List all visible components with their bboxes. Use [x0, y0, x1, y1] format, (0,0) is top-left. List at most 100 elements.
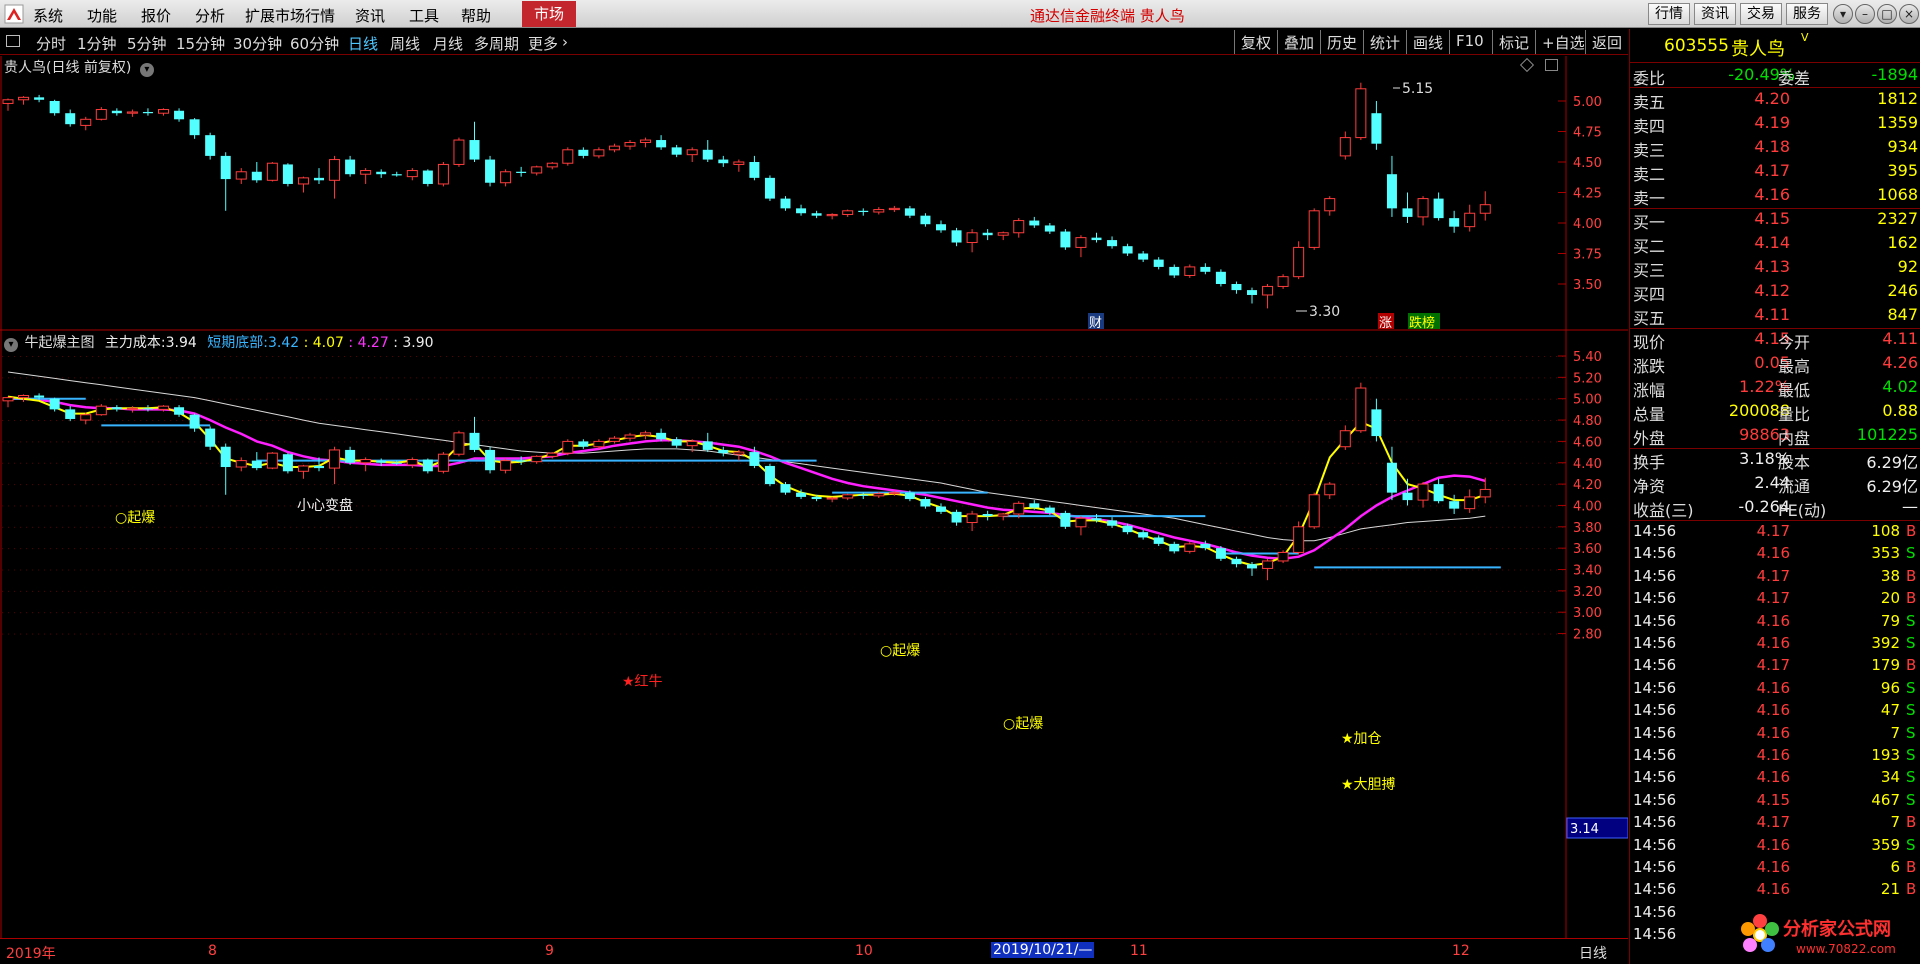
upper-candle: [671, 147, 682, 155]
upper-candle: [826, 213, 838, 217]
upper-candle: [749, 162, 760, 178]
flower-logo-icon: [1741, 914, 1779, 952]
lower-candle: [205, 428, 216, 447]
menu-arrow-icon[interactable]: ▾: [1833, 4, 1853, 24]
upper-candle: [578, 149, 589, 156]
lower-candle: [1029, 503, 1040, 508]
lower-candle: [1138, 532, 1149, 538]
upper-candle: [235, 171, 247, 180]
upper-candle: [158, 109, 169, 114]
upper-candle: [360, 170, 372, 175]
lower-candle: [1402, 492, 1413, 501]
lower-candle: [656, 432, 667, 440]
lower-candle: [314, 465, 324, 469]
lower-candle: [1262, 560, 1274, 569]
upper-candle: [1075, 237, 1087, 248]
period-indicator[interactable]: 日线: [1579, 943, 1607, 963]
lower-y-tick: 4.60: [1573, 435, 1602, 450]
upper-candle: [1324, 198, 1336, 212]
minimize-icon[interactable]: –: [1855, 4, 1875, 24]
lower-candle: [546, 452, 558, 457]
upper-candle: [1153, 259, 1164, 267]
lower-candle: [34, 395, 45, 398]
upper-candle: [873, 209, 885, 213]
kline-chart[interactable]: 5.00 4.75 4.50 4.25 4.00 3.75 3.50 5.40 5.20 5.0…: [0, 0, 1628, 964]
lower-candle: [235, 460, 247, 468]
lower-candle: [811, 496, 822, 500]
upper-candle: [516, 171, 527, 173]
upper-candle: [656, 140, 667, 148]
lower-candle: [1324, 483, 1336, 496]
lower-candle: [360, 459, 372, 464]
lower-candle: [437, 453, 449, 472]
upper-candle: [593, 149, 605, 157]
lower-candle: [1231, 558, 1242, 565]
lower-candle: [764, 465, 775, 485]
top-trade-button[interactable]: 交易: [1740, 3, 1782, 25]
low-price-label: 3.30: [1309, 304, 1340, 320]
upper-candle: [1169, 266, 1180, 276]
upper-candle: [1200, 266, 1211, 272]
lower-candle: [1308, 494, 1320, 528]
lower-y-tick: 3.40: [1573, 564, 1602, 579]
upper-candle: [314, 177, 324, 181]
magenta-ma-line: [8, 397, 1486, 561]
lower-candle: [702, 441, 713, 450]
lower-candle: [1060, 512, 1071, 527]
lower-candles: [2, 382, 1491, 581]
top-news-button[interactable]: 资讯: [1694, 3, 1736, 25]
lower-candle: [49, 398, 60, 410]
lower-candle: [1044, 507, 1055, 513]
upper-candle: [1247, 290, 1257, 295]
upper-candle: [485, 159, 496, 183]
close-icon[interactable]: ×: [1899, 4, 1919, 24]
lower-candle: [1122, 525, 1133, 533]
upper-candle: [951, 230, 962, 243]
lower-candle: [749, 452, 760, 466]
x-label-oct: 10: [855, 943, 873, 959]
watermark-logo: 分析家公式网 www.70822.com: [1741, 914, 1896, 956]
upper-candle: [1138, 253, 1149, 260]
upper-candle: [453, 139, 465, 165]
upper-candle: [920, 215, 931, 225]
lower-candle: [18, 394, 30, 399]
stock-name: 贵人鸟: [1731, 39, 1785, 60]
upper-candle: [764, 177, 775, 199]
upper-candle: [562, 149, 574, 164]
lower-y-tick: 3.20: [1573, 585, 1602, 600]
upper-candle: [531, 166, 543, 174]
upper-candle: [34, 97, 45, 100]
svg-text:www.70822.com: www.70822.com: [1796, 942, 1896, 956]
upper-candle: [904, 208, 915, 216]
stock-code: 603555: [1664, 36, 1729, 56]
top-quote-button[interactable]: 行情: [1648, 3, 1690, 25]
upper-y-tick: 4.75: [1573, 126, 1602, 141]
lower-candle: [2, 397, 14, 402]
upper-y-tick: 4.25: [1573, 187, 1602, 202]
lower-candle: [1293, 526, 1305, 553]
weicha-value: -1894: [1871, 65, 1919, 84]
upper-candle: [500, 171, 512, 184]
lower-candle: [126, 407, 138, 410]
lower-candle: [158, 405, 169, 410]
lower-candle: [796, 492, 807, 497]
add-position-signal: ★加仓: [1341, 731, 1382, 747]
lower-y-tick: 3.60: [1573, 542, 1602, 557]
top-service-button[interactable]: 服务: [1786, 3, 1828, 25]
maximize-icon[interactable]: □: [1877, 4, 1897, 24]
lower-candle: [1184, 543, 1196, 552]
upper-candle: [718, 159, 729, 164]
upper-candle: [220, 155, 231, 180]
upper-candle: [111, 110, 122, 114]
upper-candles: [2, 82, 1491, 312]
lower-y-tick: 4.20: [1573, 478, 1602, 493]
lower-candle: [904, 492, 915, 500]
lower-candle: [966, 513, 978, 524]
caution-signal: 小心变盘: [297, 497, 353, 514]
upper-candle: [1184, 266, 1196, 276]
upper-candle: [142, 111, 153, 114]
x-label-sep: 9: [545, 943, 554, 959]
lower-candle: [686, 440, 698, 447]
lower-candle: [826, 497, 838, 500]
lower-candle: [516, 460, 527, 462]
